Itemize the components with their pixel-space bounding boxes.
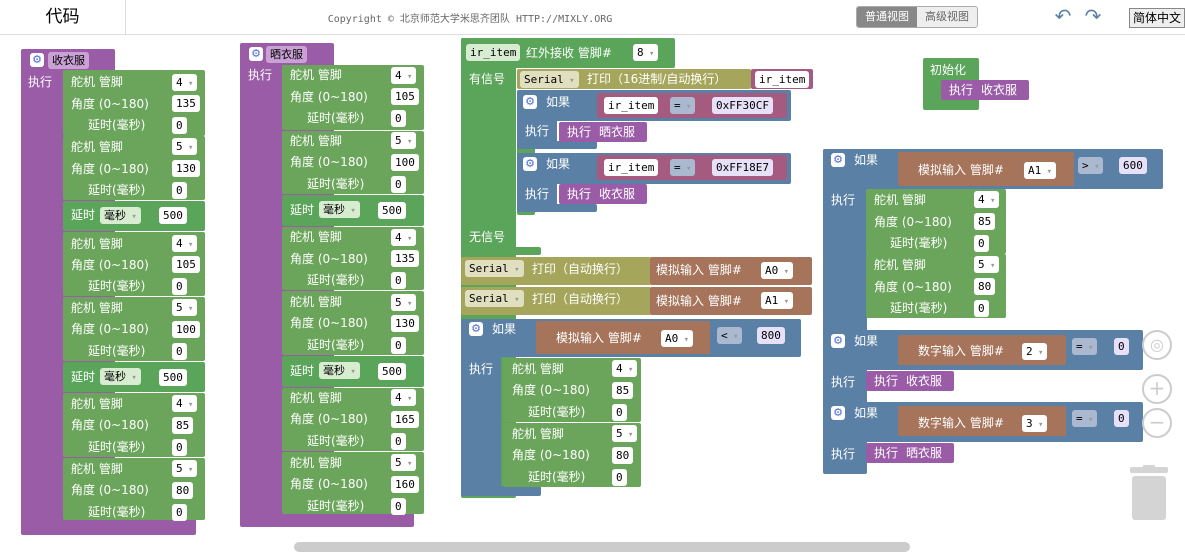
gear-icon[interactable]: ⚙	[831, 334, 845, 348]
undo-icon[interactable]: ↶	[1052, 5, 1074, 27]
has-signal-label: 有信号	[469, 72, 506, 86]
zoom-out-icon[interactable]: −	[1142, 408, 1172, 438]
gear-icon[interactable]: ⚙	[30, 53, 44, 67]
normal-view-button[interactable]: 普通视图	[857, 7, 917, 27]
language-select[interactable]: 简体中文	[1129, 8, 1185, 28]
gear-icon[interactable]: ⚙	[469, 322, 483, 336]
recenter-icon[interactable]: ◎	[1142, 330, 1172, 360]
copyright-text: Copyright © 北京师范大学米思齐团队 HTTP://MIXLY.ORG	[327, 14, 613, 25]
gear-icon[interactable]: ⚙	[249, 47, 263, 61]
exec-label: 执行	[248, 68, 273, 82]
advanced-view-button[interactable]: 高级视图	[917, 7, 977, 27]
procedure-name[interactable]: 收衣服	[48, 52, 89, 69]
exec-label: 执行	[28, 75, 53, 89]
top-bar: 代码 Copyright © 北京师范大学米思齐团队 HTTP://MIXLY.…	[0, 0, 1185, 35]
gear-icon[interactable]: ⚙	[523, 95, 537, 109]
gear-icon[interactable]: ⚙	[523, 157, 537, 171]
trash-icon[interactable]	[1128, 465, 1170, 521]
gear-icon[interactable]: ⚙	[831, 406, 845, 420]
ir-var[interactable]: ir_item	[466, 44, 521, 61]
code-tab[interactable]: 代码	[0, 0, 126, 34]
zoom-in-icon[interactable]: +	[1142, 374, 1172, 404]
horizontal-scrollbar[interactable]	[294, 542, 910, 552]
procedure-name[interactable]: 晒衣服	[266, 46, 307, 63]
view-toggle: 普通视图 高级视图	[856, 6, 978, 28]
no-signal-label: 无信号	[469, 230, 506, 244]
gear-icon[interactable]: ⚙	[831, 153, 845, 167]
redo-icon[interactable]: ↷	[1082, 5, 1104, 27]
